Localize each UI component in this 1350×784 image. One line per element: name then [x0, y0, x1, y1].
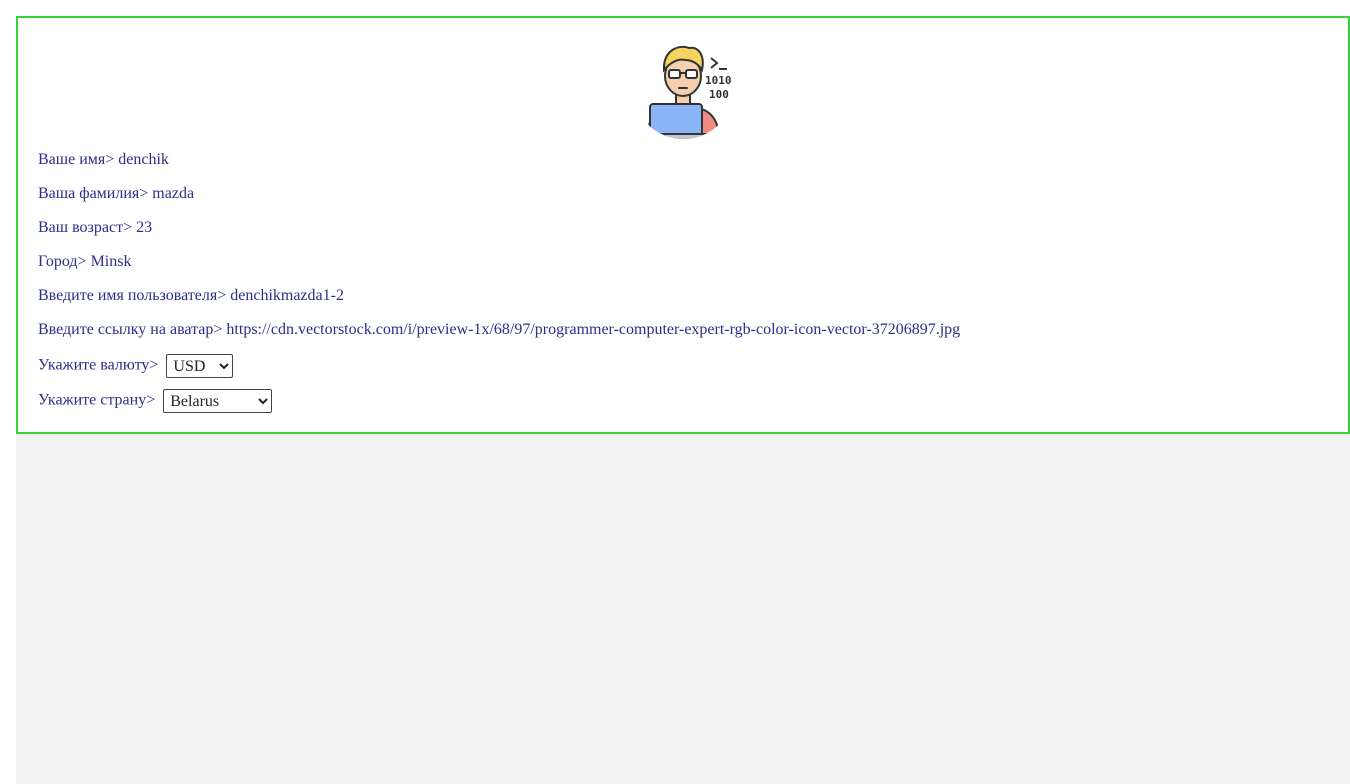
separator: >	[146, 391, 156, 409]
username-label: Введите имя пользователя	[38, 287, 218, 304]
avatar-url-row: Введите ссылку на аватар> https://cdn.vec…	[38, 320, 1328, 354]
city-value: Minsk	[90, 253, 132, 270]
separator: >	[217, 287, 227, 304]
profile-fields: Ваше имя> denchik Ваша фамилия> mazda Ваш …	[38, 150, 1328, 424]
separator: >	[139, 185, 149, 202]
avatar: 1010 100	[633, 38, 734, 139]
currency-select[interactable]: USD	[166, 354, 234, 378]
separator: >	[105, 151, 115, 168]
username-value: denchikmazda1-2	[230, 287, 344, 304]
country-row: Укажите страну> Belarus	[38, 389, 1328, 424]
username-row: Введите имя пользователя> denchikmazda1-2	[38, 286, 1328, 320]
surname-row: Ваша фамилия> mazda	[38, 184, 1328, 218]
age-value: 23	[136, 219, 153, 236]
separator: >	[77, 253, 87, 270]
avatar-url-label: Введите ссылку на аватар	[38, 321, 214, 338]
separator: >	[213, 321, 223, 338]
svg-text:1010: 1010	[705, 74, 732, 87]
surname-value: mazda	[152, 185, 195, 202]
svg-text:100: 100	[709, 88, 729, 101]
name-label: Ваше имя	[38, 151, 106, 168]
name-value: denchik	[118, 151, 169, 168]
profile-card: 1010 100 Ваше имя> denchik Ваша фамилия> m…	[16, 16, 1350, 434]
country-label: Укажите страну	[38, 391, 147, 409]
name-row: Ваше имя> denchik	[38, 150, 1328, 184]
separator: >	[149, 356, 159, 374]
separator: >	[123, 219, 133, 236]
age-row: Ваш возраст> 23	[38, 218, 1328, 252]
currency-label: Укажите валюту	[38, 356, 150, 374]
currency-row: Укажите валюту> USD	[38, 354, 1328, 389]
city-label: Город	[38, 253, 78, 270]
avatar-url-value: https://cdn.vectorstock.com/i/preview-1x…	[226, 321, 961, 338]
programmer-computer-icon: 1010 100	[633, 38, 734, 139]
surname-label: Ваша фамилия	[38, 185, 140, 202]
country-select[interactable]: Belarus	[163, 389, 273, 413]
city-row: Город> Minsk	[38, 252, 1328, 286]
age-label: Ваш возраст	[38, 219, 124, 236]
